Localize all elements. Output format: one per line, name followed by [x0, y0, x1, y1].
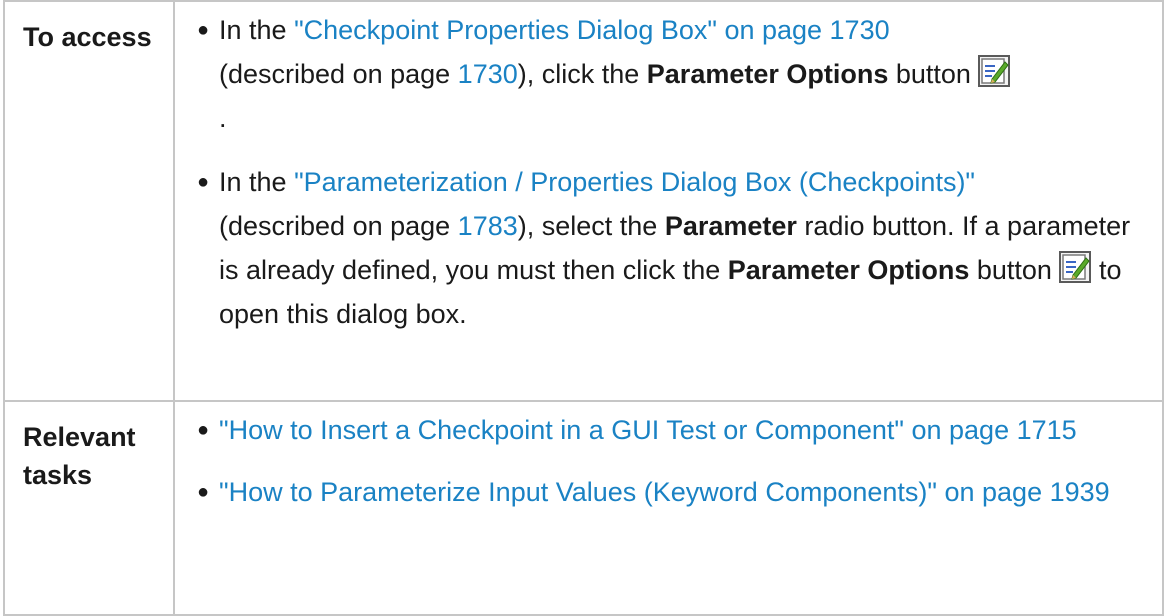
- parameterization-properties-link[interactable]: "Parameterization / Properties Dialog Bo…: [294, 167, 975, 197]
- page-1730-link[interactable]: 1730: [458, 59, 518, 89]
- text-button: button: [969, 255, 1052, 285]
- list-item: ● In the "Checkpoint Properties Dialog B…: [175, 8, 1152, 140]
- table-row-access: To access ● In the "Checkpoint Propertie…: [3, 0, 1164, 402]
- access-label: To access: [3, 0, 175, 402]
- checkpoint-properties-link[interactable]: "Checkpoint Properties Dialog Box" on pa…: [294, 15, 890, 45]
- parameterize-input-values-link[interactable]: "How to Parameterize Input Values (Keywo…: [219, 477, 1110, 507]
- bullet-icon: ●: [197, 19, 210, 41]
- list-item: ● "How to Parameterize Input Values (Key…: [175, 470, 1152, 514]
- table-row-tasks: Relevant tasks ● "How to Insert a Checkp…: [3, 400, 1164, 616]
- tasks-label: Relevant tasks: [3, 400, 175, 616]
- insert-checkpoint-link[interactable]: "How to Insert a Checkpoint in a GUI Tes…: [219, 415, 1077, 445]
- page-1783-link[interactable]: 1783: [458, 211, 518, 241]
- text-described: (described on page: [219, 59, 458, 89]
- edit-parameter-icon: [1059, 251, 1092, 283]
- text-click: ), click the: [517, 59, 647, 89]
- edit-parameter-icon: [978, 55, 1011, 87]
- info-table: To access ● In the "Checkpoint Propertie…: [3, 0, 1164, 616]
- text-described: (described on page: [219, 211, 458, 241]
- text-prefix: In the: [219, 15, 295, 45]
- tasks-list: ● "How to Insert a Checkpoint in a GUI T…: [175, 408, 1152, 514]
- tasks-content: ● "How to Insert a Checkpoint in a GUI T…: [173, 400, 1164, 616]
- parameter-label: Parameter: [664, 211, 797, 241]
- parameter-options-label: Parameter Options: [646, 59, 889, 89]
- text-select: ), select the: [517, 211, 665, 241]
- bullet-icon: ●: [197, 481, 210, 503]
- text-prefix: In the: [219, 167, 295, 197]
- text-after-icon: .: [219, 103, 227, 133]
- bullet-icon: ●: [197, 171, 210, 193]
- parameter-options-label: Parameter Options: [727, 255, 970, 285]
- list-item: ● "How to Insert a Checkpoint in a GUI T…: [175, 408, 1152, 452]
- access-content: ● In the "Checkpoint Properties Dialog B…: [173, 0, 1164, 402]
- text-button: button: [888, 59, 971, 89]
- list-item: ● In the "Parameterization / Properties …: [175, 160, 1152, 336]
- access-list: ● In the "Checkpoint Properties Dialog B…: [175, 8, 1152, 336]
- bullet-icon: ●: [197, 419, 210, 441]
